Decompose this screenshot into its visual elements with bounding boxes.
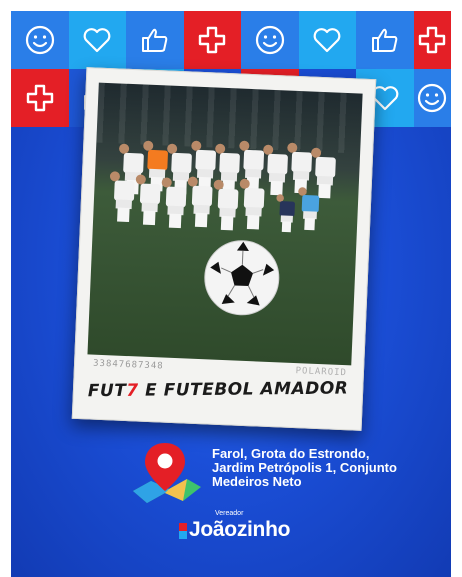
tile xyxy=(11,11,69,69)
tile xyxy=(356,11,414,69)
heart-icon xyxy=(313,28,341,53)
film-brand: POLAROID xyxy=(295,366,348,379)
heart-icon xyxy=(83,28,111,53)
thumbs-up-icon xyxy=(141,28,168,52)
film-stamp: 33847687348 xyxy=(92,358,164,372)
tile xyxy=(126,11,184,69)
tile xyxy=(413,11,451,69)
soccer-ball-icon xyxy=(204,240,280,316)
tile xyxy=(68,11,126,69)
logo-mark xyxy=(179,523,187,539)
address-text: Farol, Grota do Estrondo, Jardim Petrópo… xyxy=(212,447,432,489)
tile xyxy=(413,69,451,127)
polaroid-photo-card: 33847687348 POLAROID FUT7 E FUTEBOL AMAD… xyxy=(71,67,377,431)
tile xyxy=(183,11,241,69)
tile xyxy=(11,69,69,127)
address-line: Medeiros Neto xyxy=(212,474,302,489)
address-line: Farol, Grota do Estrondo, xyxy=(212,446,370,461)
candidate-logo: Vereador Joãozinho xyxy=(179,510,309,550)
stadium-lights xyxy=(96,82,363,154)
cross-icon xyxy=(199,26,226,54)
photo-caption: FUT7 E FUTEBOL AMADOR xyxy=(74,378,362,402)
smiley-icon xyxy=(255,25,284,55)
thumbs-up-icon xyxy=(371,28,398,52)
page-frame: 33847687348 POLAROID FUT7 E FUTEBOL AMAD… xyxy=(0,0,462,577)
caption-accent: 7 xyxy=(126,380,139,401)
cross-icon xyxy=(26,84,53,112)
map-pin-icon xyxy=(133,443,201,503)
smiley-icon xyxy=(25,25,54,55)
logo-name: Joãozinho xyxy=(189,518,291,541)
caption-part-1: FUT xyxy=(87,380,127,402)
tile xyxy=(298,11,356,69)
campaign-poster: 33847687348 POLAROID FUT7 E FUTEBOL AMAD… xyxy=(11,11,451,577)
address-line: Jardim Petrópolis 1, Conjunto xyxy=(212,460,397,475)
caption-part-2: E FUTEBOL AMADOR xyxy=(138,378,349,401)
cross-icon xyxy=(419,26,446,54)
address-block: Farol, Grota do Estrondo, Jardim Petrópo… xyxy=(129,439,429,511)
logo-subtitle: Vereador xyxy=(215,510,244,517)
team-photo xyxy=(87,82,363,366)
tile xyxy=(241,11,299,69)
smiley-icon xyxy=(418,83,447,113)
